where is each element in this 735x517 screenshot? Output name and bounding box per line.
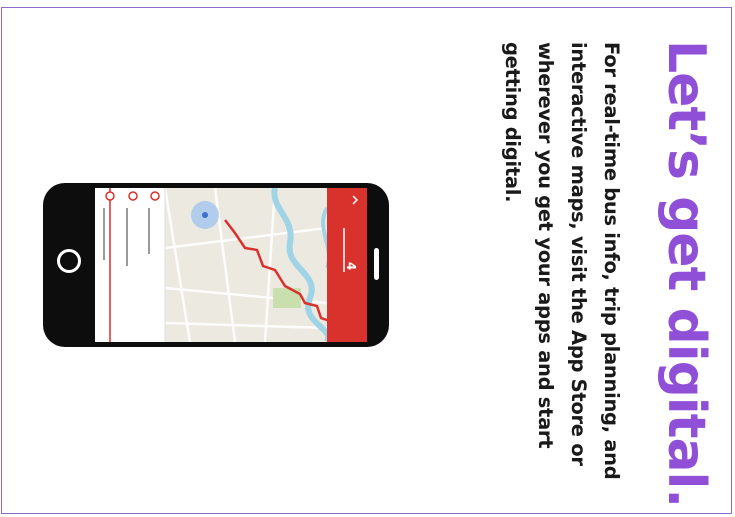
current-location-icon <box>202 212 208 218</box>
promo-text-block: Let’s get digital. For real-time bus inf… <box>438 20 718 507</box>
headline: Let’s get digital. <box>656 40 716 508</box>
map-view: 4 <box>95 188 367 342</box>
speaker-icon <box>374 248 379 280</box>
smartphone-illustration: 4 <box>43 183 389 347</box>
home-button-icon <box>57 249 81 273</box>
app-screen: 4 <box>95 188 367 342</box>
body-paragraph: For real-time bus info, trip planning, a… <box>501 42 623 480</box>
route-number: 4 <box>344 262 358 270</box>
stop-list-panel <box>95 188 165 342</box>
